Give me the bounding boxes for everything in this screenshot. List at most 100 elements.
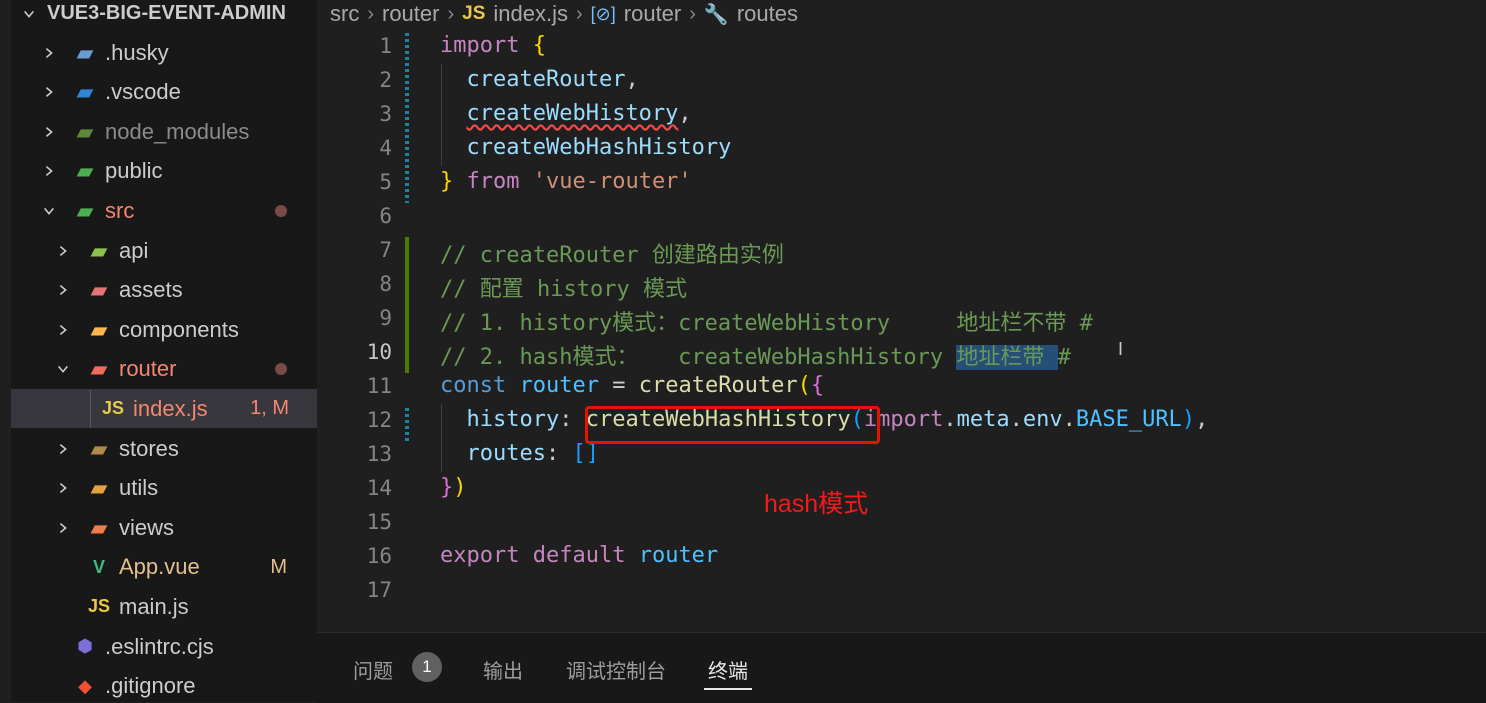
chevron-right-icon [55, 241, 71, 261]
utils-folder-icon: ▰ [90, 475, 108, 501]
tree-item-node-modules[interactable]: ▰ node_modules [11, 112, 317, 151]
tree-item-label: .gitignore [105, 673, 196, 699]
indent-guide [90, 390, 91, 428]
token: meta [956, 407, 1010, 432]
token: BASE_URL [1075, 407, 1182, 432]
code-line-1: import { [317, 30, 1486, 64]
tree-item-gitignore[interactable]: ◆ .gitignore [11, 667, 317, 702]
tree-item-index-js[interactable]: JS index.js 1, M [11, 389, 317, 429]
token: history [466, 407, 560, 432]
tab-debug-console[interactable]: 调试控制台 [566, 655, 666, 684]
wrench-icon: 🔧 [703, 3, 729, 26]
tab-terminal[interactable]: 终端 [708, 655, 748, 684]
tree-item-src[interactable]: ▰ src [11, 191, 317, 230]
problem-count-badge: 1 [412, 652, 442, 682]
chevron-right-icon [55, 518, 71, 538]
tab-problems[interactable]: 问题 [353, 655, 393, 684]
token: [ [572, 441, 586, 466]
comment: // createRouter 创建路由实例 [440, 243, 784, 268]
tree-item-assets[interactable]: ▰ assets [11, 271, 317, 310]
code-line-4: createWebHashHistory [317, 132, 1486, 166]
tree-item-components[interactable]: ▰ components [11, 310, 317, 349]
tree-item-main-js[interactable]: JS main.js [11, 587, 317, 626]
breadcrumb-router-folder[interactable]: router [382, 1, 439, 27]
tree-item-app-vue[interactable]: V App.vue M [11, 548, 317, 587]
code-line-14: }) [317, 472, 1486, 506]
comment: // 1. history模式：createWebHistory [440, 311, 957, 336]
breadcrumb-src[interactable]: src [330, 1, 359, 27]
husky-folder-icon: ▰ [76, 39, 94, 65]
code-line-13: routes: [] [317, 438, 1486, 472]
tree-item-stores[interactable]: ▰ stores [11, 429, 317, 468]
tree-item-views[interactable]: ▰ views [11, 508, 317, 547]
code-line-5: } from 'vue-router' [317, 166, 1486, 200]
code-editor[interactable]: 1 2 3 4 5 6 7 8 9 10 11 12 13 14 15 16 17 import { creat… [317, 30, 1486, 630]
tree-item-label: stores [119, 435, 179, 461]
bottom-panel: 问题 1 输出 调试控制台 终端 [317, 632, 1486, 703]
code-line-12: history: createWebHashHistory(import.met… [317, 404, 1486, 438]
tree-item-label: utils [119, 475, 159, 501]
tree-item-vscode[interactable]: ▰ .vscode [11, 73, 317, 112]
explorer-sidebar: VUE3-BIG-EVENT-ADMIN ▰ .husky ▰ .vscode ▰ nod… [0, 0, 317, 702]
token: . [1062, 407, 1076, 432]
indent-guide [441, 404, 442, 472]
annotation-label: hash模式 [764, 490, 869, 518]
git-status-badge: 1, M [250, 397, 289, 420]
tree-item-label: .eslintrc.cjs [105, 633, 214, 659]
tree-item-label: components [119, 316, 239, 342]
chevron-right-icon [41, 43, 57, 63]
api-folder-icon: ▰ [90, 237, 108, 263]
tree-item-public[interactable]: ▰ public [11, 152, 317, 191]
tree-item-husky[interactable]: ▰ .husky [11, 33, 317, 72]
vscode-folder-icon: ▰ [76, 79, 94, 105]
chevron-down-icon [41, 201, 57, 221]
tree-item-label: node_modules [105, 118, 250, 144]
variable-symbol-icon: [⊘] [590, 3, 616, 24]
token: createRouter [466, 67, 626, 92]
tab-output[interactable]: 输出 [483, 655, 523, 684]
chevron-right-icon [41, 82, 57, 102]
token: { [532, 33, 546, 58]
token: router [519, 373, 599, 398]
code-line-7: // createRouter 创建路由实例 [317, 234, 1486, 268]
explorer-root[interactable]: VUE3-BIG-EVENT-ADMIN [11, 0, 317, 33]
chevron-right-icon: › [367, 2, 374, 25]
indent-guide [441, 64, 442, 166]
src-folder-icon: ▰ [76, 197, 94, 223]
tree-item-eslintrc-cjs[interactable]: ⬢ .eslintrc.cjs [11, 627, 317, 666]
code-line-8: // 配置 history 模式 [317, 268, 1486, 302]
tree-item-label: main.js [119, 593, 189, 619]
selected-text: 地址栏带 [956, 345, 1058, 370]
explorer-root-label: VUE3-BIG-EVENT-ADMIN [47, 2, 286, 24]
tree-item-utils[interactable]: ▰ utils [11, 469, 317, 508]
chevron-right-icon: › [576, 2, 583, 25]
token-error: createWebHistory [466, 101, 679, 126]
chevron-right-icon [41, 122, 57, 142]
token: createRouter [638, 373, 798, 398]
router-folder-icon: ▰ [90, 356, 108, 382]
modified-dot [275, 363, 287, 376]
breadcrumb-file[interactable]: index.js [493, 1, 568, 27]
comment: // 配置 history 模式 [440, 277, 687, 302]
tree-item-label: views [119, 514, 175, 540]
active-tab-indicator [704, 688, 752, 690]
code-line-16: export default router [317, 540, 1486, 574]
line-number: 17 [366, 578, 392, 602]
chevron-right-icon: › [689, 2, 696, 25]
code-line-9: // 1. history模式：createWebHistory 地址栏不带 # [317, 302, 1486, 336]
token: default [532, 543, 626, 568]
js-file-icon: JS [462, 3, 486, 24]
token: const [440, 373, 507, 398]
breadcrumb-symbol-routes[interactable]: routes [737, 1, 798, 27]
breadcrumb: src › router › JS index.js › [⊘] router … [330, 0, 798, 28]
comment: # [1057, 345, 1071, 370]
token: router [638, 543, 719, 568]
breadcrumb-symbol-router[interactable]: router [624, 1, 681, 27]
js-file-icon: JS [101, 398, 125, 419]
tree-item-api[interactable]: ▰ api [11, 231, 317, 270]
token: : [559, 407, 573, 432]
token: . [1009, 407, 1023, 432]
token: ) [453, 475, 467, 500]
tree-item-router[interactable]: ▰ router [11, 350, 317, 389]
node-folder-icon: ▰ [76, 118, 94, 144]
